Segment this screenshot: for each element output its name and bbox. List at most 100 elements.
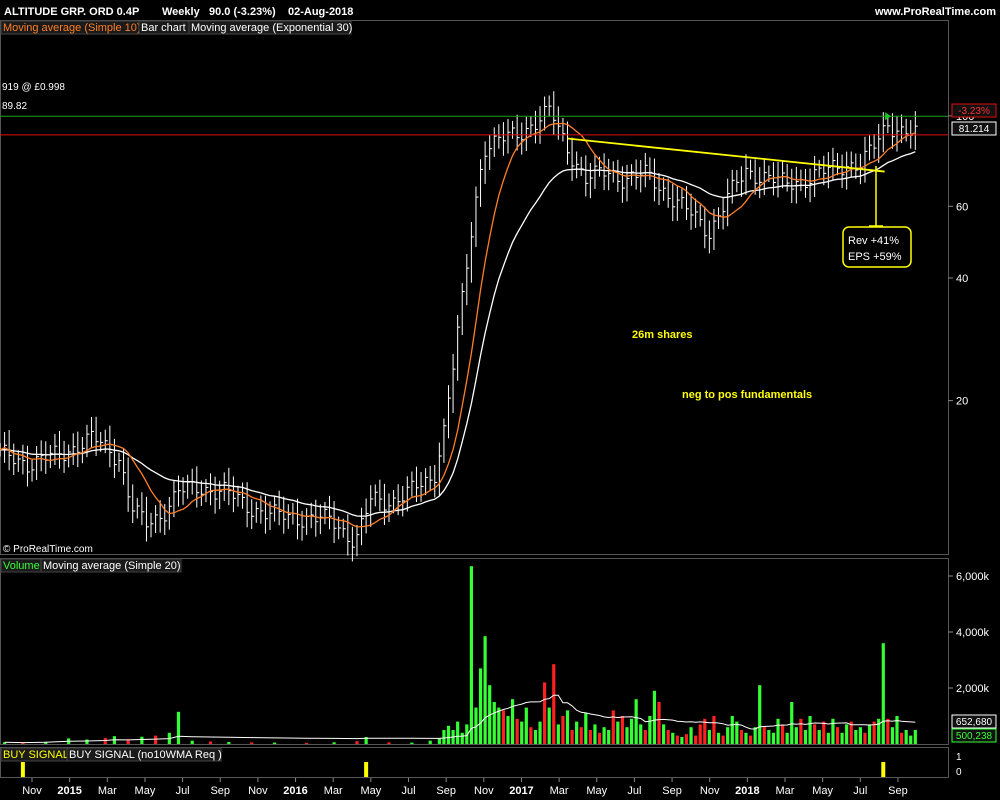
x-axis-label: Nov (22, 785, 42, 797)
volume-bar (602, 727, 606, 744)
volume-bar (890, 727, 895, 744)
annotation-shares: 26m shares (632, 329, 693, 341)
volume-bar (776, 718, 780, 744)
instrument-name: ALTITUDE GRP. ORD 0.4P (4, 6, 139, 18)
volume-bar (780, 724, 785, 744)
axes: 1006040206,000k4,000k2,000k10Nov2015MarM… (22, 111, 989, 797)
volume-bar (858, 727, 862, 744)
price-legend: Moving average (Simple 10) Bar chart Mov… (0, 20, 352, 35)
volume-bar (634, 699, 638, 744)
x-axis-label: May (586, 785, 607, 797)
volume-bar (607, 730, 611, 744)
x-axis-label: Sep (888, 785, 908, 797)
volume-bar (478, 668, 483, 744)
price-axis-label: 20 (956, 396, 968, 408)
volume-tags: 652,680 500,238 (951, 714, 997, 743)
volume-bar (767, 730, 771, 744)
x-axis-label: Sep (436, 785, 456, 797)
volume-bar (272, 742, 277, 744)
x-axis-label: Sep (210, 785, 230, 797)
volume-bar (547, 707, 551, 744)
volume-bar (332, 742, 336, 744)
x-axis-label: 2017 (509, 785, 533, 797)
volume-bars (2, 566, 917, 744)
volume-bar (867, 724, 872, 744)
legend-bar-chart[interactable]: Bar chart (141, 22, 186, 34)
legend-buy-signal[interactable]: BUY SIGNAL (3, 749, 69, 761)
volume-bar (524, 707, 528, 744)
volume-bar (565, 710, 570, 744)
volume-bar (863, 732, 867, 744)
volume-bar (437, 738, 441, 744)
legend-volume[interactable]: Volume (3, 560, 40, 572)
volume-bar (410, 742, 414, 744)
volume-bar (227, 742, 231, 744)
volume-bar (689, 727, 693, 744)
volume-bar (620, 716, 625, 744)
volume-bar (909, 735, 913, 744)
volume-bar (456, 721, 460, 744)
volume-bar (739, 730, 744, 744)
volume-bar (126, 740, 130, 744)
volume-bar (154, 735, 158, 744)
x-axis-label: May (812, 785, 833, 797)
volume-bar (428, 740, 432, 744)
legend-ema30[interactable]: Moving average (Exponential 30) (191, 22, 352, 34)
volume-bar (515, 718, 519, 744)
volume-bar (643, 730, 647, 744)
annotation-eps: EPS +59% (848, 251, 902, 263)
volume-bar (543, 682, 547, 744)
fundamentals-callout: Rev +41% EPS +59% (842, 166, 912, 268)
volume-bar (652, 690, 657, 744)
x-axis-label: Mar (776, 785, 795, 797)
volume-axis-label: 4,000k (956, 627, 990, 639)
signal-axis-label: 1 (956, 752, 962, 763)
volume-bar (176, 711, 181, 744)
annotation-rev: Rev +41% (848, 235, 899, 247)
volume-bar (648, 716, 652, 744)
volume-bar (822, 721, 826, 744)
x-axis-label: Jul (627, 785, 641, 797)
legend-volume-ma[interactable]: Moving average (Simple 20) (43, 560, 181, 572)
x-axis-label: Mar (98, 785, 117, 797)
volume-bar (726, 727, 730, 744)
copyright: © ProRealTime.com (3, 544, 93, 555)
volume-bar (748, 735, 753, 744)
volume-bar (506, 716, 510, 744)
volume-bar (497, 707, 501, 744)
volume-ma-tag: 652,680 (956, 717, 993, 728)
volume-bar (684, 734, 689, 744)
red-tag: -3.23% (958, 106, 990, 117)
legend-buy-signal-no10wma[interactable]: BUY SIGNAL (no10WMA Req ) (69, 749, 222, 761)
volume-bar (826, 732, 830, 744)
volume-bar (744, 732, 748, 744)
volume-bar (712, 716, 716, 744)
volume-bar (469, 566, 473, 744)
volume-bar (803, 730, 808, 744)
volume-bar (250, 742, 254, 744)
price-axis-label: 40 (956, 273, 968, 285)
x-axis-label: Mar (550, 785, 569, 797)
volume-bar (662, 724, 666, 744)
volume-bar (762, 727, 766, 744)
volume-bar (808, 716, 812, 744)
volume-bar (799, 718, 803, 744)
x-axis-label: Nov (474, 785, 494, 797)
volume-bar (611, 710, 615, 744)
volume-bar (707, 730, 711, 744)
volume-bar (533, 730, 538, 744)
volume-bar (680, 737, 684, 744)
red-line-label: 89.82 (2, 101, 27, 112)
x-axis-label: Jul (853, 785, 867, 797)
legend-sma10[interactable]: Moving average (Simple 10) (3, 22, 141, 34)
signal-bars (20, 762, 886, 777)
volume-bar (845, 724, 849, 744)
volume-bar (552, 664, 556, 744)
volume-bar (854, 730, 858, 744)
volume-bar (785, 732, 789, 744)
x-axis-label: May (360, 785, 381, 797)
volume-bar (721, 735, 725, 744)
volume-bar (588, 730, 592, 744)
volume-bar (305, 742, 309, 744)
volume-bar (831, 718, 835, 744)
